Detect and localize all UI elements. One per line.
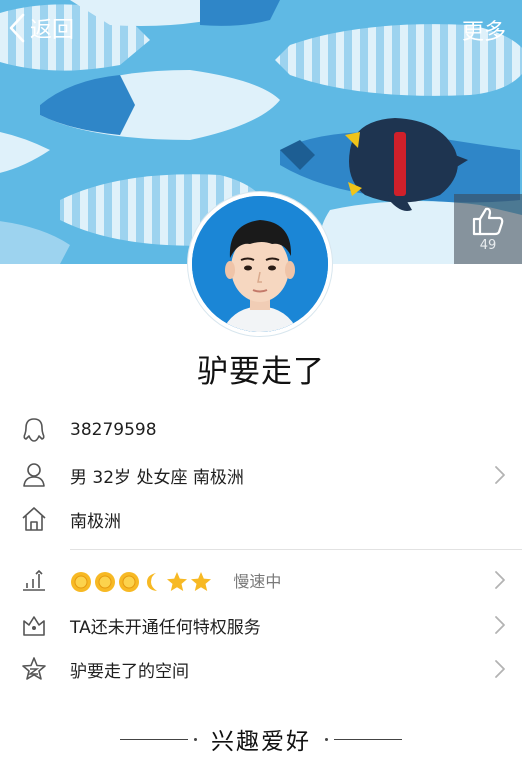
title-dot-left: [194, 737, 197, 741]
qzone-star-icon: [20, 655, 48, 683]
thumbs-up-icon: [472, 207, 504, 235]
back-button[interactable]: 返回: [8, 10, 74, 46]
qzone-text: 驴要走了的空间: [70, 661, 189, 682]
sun-icon: [95, 571, 115, 592]
level-badges: [70, 571, 212, 593]
chevron-left-icon: [9, 13, 25, 43]
avatar[interactable]: [188, 192, 332, 336]
level-row[interactable]: 慢速中: [0, 558, 522, 602]
level-info: 慢速中: [70, 568, 281, 593]
location: 南极洲: [70, 511, 121, 532]
sun-icon: [119, 571, 139, 592]
avatar-photo: [192, 196, 328, 332]
divider: [70, 549, 522, 550]
speed-status: 慢速中: [233, 571, 282, 591]
basic-info: 男 32岁 处女座 南极洲: [70, 467, 244, 488]
person-icon: [20, 461, 48, 489]
title-dot-right: [325, 737, 328, 741]
chevron-right-icon: [495, 660, 505, 678]
privilege-text: TA还未开通任何特权服务: [70, 617, 261, 638]
star-icon: [167, 571, 187, 591]
like-count: 49: [479, 237, 497, 253]
title-line-right: [334, 738, 402, 740]
qq-number: 38279598: [70, 420, 157, 440]
chevron-right-icon: [495, 466, 505, 484]
basic-info-row[interactable]: 男 32岁 处女座 南极洲: [0, 453, 522, 497]
qzone-row[interactable]: 驴要走了的空间: [0, 647, 522, 691]
moon-icon: [147, 572, 157, 591]
privilege-row[interactable]: TA还未开通任何特权服务: [0, 603, 522, 647]
crown-icon: [20, 611, 48, 639]
more-button[interactable]: 更多: [462, 14, 506, 46]
qq-number-row: 38279598: [0, 408, 522, 452]
like-button[interactable]: 49: [454, 194, 522, 264]
nickname: 驴要走了: [197, 354, 325, 390]
penguin-outline-icon: [20, 416, 48, 444]
sun-icon: [71, 571, 91, 592]
star-icon: [191, 571, 211, 591]
level-chart-icon: [20, 566, 48, 594]
back-label: 返回: [30, 18, 75, 43]
chevron-right-icon: [495, 616, 505, 634]
interests-title: 兴趣爱好: [211, 729, 311, 755]
home-icon: [20, 505, 48, 533]
chevron-right-icon: [495, 571, 505, 589]
interests-section-title: 兴趣爱好: [0, 722, 522, 756]
title-line-left: [120, 738, 188, 740]
location-row: 南极洲: [0, 497, 522, 541]
